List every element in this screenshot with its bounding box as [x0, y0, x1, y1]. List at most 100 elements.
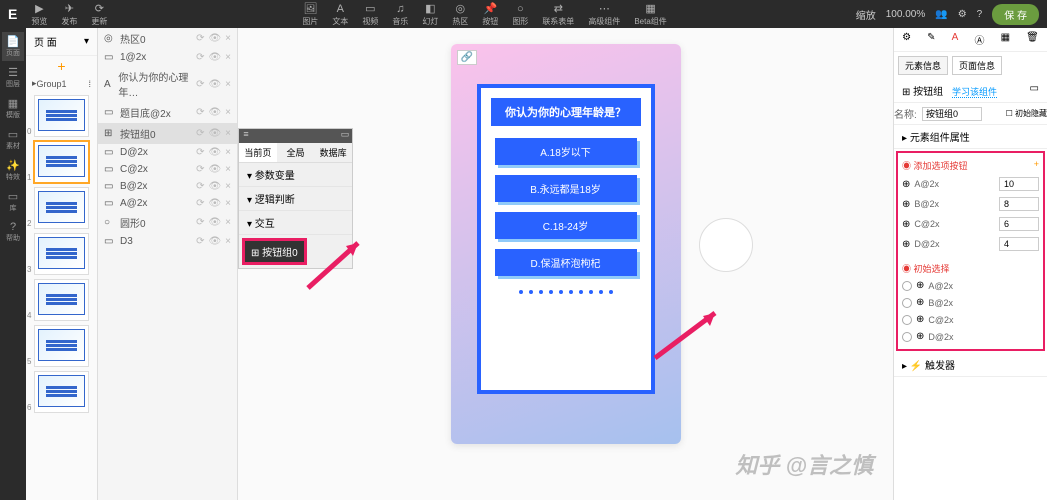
- users-icon[interactable]: 👥: [935, 9, 947, 20]
- close-icon[interactable]: ×: [225, 236, 231, 247]
- gear-icon[interactable]: ⚙: [958, 9, 967, 20]
- float-tab[interactable]: 全局: [277, 143, 315, 162]
- topbar-item[interactable]: ⟳更新: [85, 2, 113, 27]
- thumbnail[interactable]: 6: [34, 371, 89, 413]
- close-icon[interactable]: ×: [225, 79, 231, 90]
- thumbnail[interactable]: 4: [34, 279, 89, 321]
- save-button[interactable]: 保 存: [992, 4, 1039, 25]
- eye-icon[interactable]: 👁: [208, 181, 221, 192]
- thumbnail[interactable]: 1: [34, 141, 89, 183]
- topbar-item[interactable]: ◧幻灯: [416, 2, 444, 27]
- layer-item[interactable]: ○圆形0⟳👁×: [98, 212, 237, 233]
- layer-item[interactable]: ◎热区0⟳👁×: [98, 28, 237, 49]
- sidebar-item[interactable]: ?帮助: [2, 218, 24, 246]
- refresh-icon[interactable]: ⟳: [196, 198, 204, 209]
- eye-icon[interactable]: 👁: [208, 128, 221, 139]
- layers-icon[interactable]: ▦: [1001, 32, 1010, 47]
- refresh-icon[interactable]: ⟳: [196, 107, 204, 118]
- float-row[interactable]: ▾ 参数变量: [239, 163, 352, 187]
- close-icon[interactable]: ×: [225, 181, 231, 192]
- close-icon[interactable]: ×: [225, 198, 231, 209]
- refresh-icon[interactable]: ⟳: [196, 33, 204, 44]
- circle-shape[interactable]: [699, 218, 753, 272]
- layer-item[interactable]: A你认为你的心理年…⟳👁×: [98, 66, 237, 102]
- eye-icon[interactable]: 👁: [208, 236, 221, 247]
- float-tab[interactable]: 当前页: [239, 143, 277, 162]
- meta-section[interactable]: ▸ 元素组件属性: [894, 125, 1047, 149]
- refresh-icon[interactable]: ⟳: [196, 217, 204, 228]
- eye-icon[interactable]: 👁: [208, 107, 221, 118]
- zoom-value[interactable]: 100.00%: [886, 9, 925, 20]
- close-icon[interactable]: ×: [225, 33, 231, 44]
- layer-item[interactable]: ▭A@2x⟳👁×: [98, 195, 237, 212]
- layer-item[interactable]: ▭D@2x⟳👁×: [98, 144, 237, 161]
- topbar-item[interactable]: ○图形: [506, 2, 534, 27]
- layer-item[interactable]: ▭B@2x⟳👁×: [98, 178, 237, 195]
- button-group-tag[interactable]: ⊞ 按钮组0: [245, 241, 304, 262]
- topbar-item[interactable]: ✈发布: [55, 2, 83, 27]
- text-icon[interactable]: A: [952, 32, 959, 47]
- close-icon[interactable]: ×: [225, 52, 231, 63]
- option-value-input[interactable]: [999, 237, 1039, 251]
- refresh-icon[interactable]: ⟳: [196, 128, 204, 139]
- layer-item[interactable]: ▭D3⟳👁×: [98, 233, 237, 250]
- close-icon[interactable]: ×: [225, 164, 231, 175]
- refresh-icon[interactable]: ⟳: [196, 164, 204, 175]
- style-icon[interactable]: Ⓐ: [974, 32, 984, 47]
- refresh-icon[interactable]: ⟳: [196, 181, 204, 192]
- thumbnail[interactable]: 5: [34, 325, 89, 367]
- name-input[interactable]: [922, 107, 982, 121]
- refresh-icon[interactable]: ⟳: [196, 79, 204, 90]
- refresh-icon[interactable]: ⟳: [196, 147, 204, 158]
- sidebar-item[interactable]: ▦模版: [2, 94, 24, 123]
- layer-item[interactable]: ▭1@2x⟳👁×: [98, 49, 237, 66]
- layer-item[interactable]: ▭C@2x⟳👁×: [98, 161, 237, 178]
- eye-icon[interactable]: 👁: [208, 79, 221, 90]
- eye-icon[interactable]: 👁: [208, 33, 221, 44]
- option-value-input[interactable]: [999, 197, 1039, 211]
- phone-option[interactable]: C.18-24岁: [495, 212, 637, 239]
- close-icon[interactable]: ×: [225, 217, 231, 228]
- edit-icon[interactable]: ✎: [927, 32, 935, 47]
- layer-item[interactable]: ⊞按钮组0⟳👁×: [98, 123, 237, 144]
- eye-icon[interactable]: 👁: [208, 164, 221, 175]
- eye-icon[interactable]: 👁: [208, 52, 221, 63]
- float-row[interactable]: ▾ 交互: [239, 211, 352, 235]
- thumb-group[interactable]: ▸ Group1⁞: [26, 76, 97, 91]
- menu-icon[interactable]: ≡: [239, 129, 253, 143]
- topbar-item[interactable]: ⇄联系表单: [536, 2, 580, 27]
- thumbnail[interactable]: 2: [34, 187, 89, 229]
- float-tab[interactable]: 数据库: [314, 143, 352, 162]
- thumbnail[interactable]: 0: [34, 95, 89, 137]
- phone-option[interactable]: B.永远都是18岁: [495, 175, 637, 202]
- sidebar-item[interactable]: ✨特效: [2, 156, 24, 185]
- eye-icon[interactable]: 👁: [208, 198, 221, 209]
- init-option-row[interactable]: ⊕B@2x: [902, 294, 1039, 311]
- close-icon[interactable]: ×: [225, 128, 231, 139]
- link-icon[interactable]: 🔗: [457, 50, 477, 65]
- sidebar-item[interactable]: ▭素材: [2, 125, 24, 154]
- tab-element-info[interactable]: 元素信息: [898, 56, 948, 75]
- sidebar-item[interactable]: ☰图层: [2, 63, 24, 92]
- option-value-input[interactable]: [999, 217, 1039, 231]
- thumbnail[interactable]: 3: [34, 233, 89, 275]
- close-icon[interactable]: ×: [225, 147, 231, 158]
- add-page-button[interactable]: +: [26, 56, 97, 76]
- phone-option[interactable]: D.保温杯泡枸杞: [495, 249, 637, 276]
- eye-icon[interactable]: 👁: [208, 217, 221, 228]
- topbar-item[interactable]: ⋯高级组件: [582, 2, 626, 27]
- init-option-row[interactable]: ⊕A@2x: [902, 277, 1039, 294]
- learn-link[interactable]: 学习该组件: [952, 87, 997, 98]
- init-option-row[interactable]: ⊕D@2x: [902, 328, 1039, 345]
- phone-option[interactable]: A.18岁以下: [495, 138, 637, 165]
- topbar-item[interactable]: A文本: [326, 2, 354, 27]
- float-row[interactable]: ▾ 逻辑判断: [239, 187, 352, 211]
- option-value-input[interactable]: [999, 177, 1039, 191]
- topbar-item[interactable]: 📌按钮: [476, 2, 504, 27]
- close-icon[interactable]: ×: [225, 107, 231, 118]
- minimize-icon[interactable]: ▭: [338, 129, 352, 143]
- canvas-area[interactable]: ≡▭ 当前页全局数据库 ▾ 参数变量▾ 逻辑判断▾ 交互 ⊞ 按钮组0 🔗 你认…: [238, 28, 893, 500]
- topbar-item[interactable]: ▦Beta组件: [628, 2, 672, 27]
- trigger-section[interactable]: ▸ ⚡ 触发器: [894, 353, 1047, 377]
- topbar-item[interactable]: ◎热区: [446, 2, 474, 27]
